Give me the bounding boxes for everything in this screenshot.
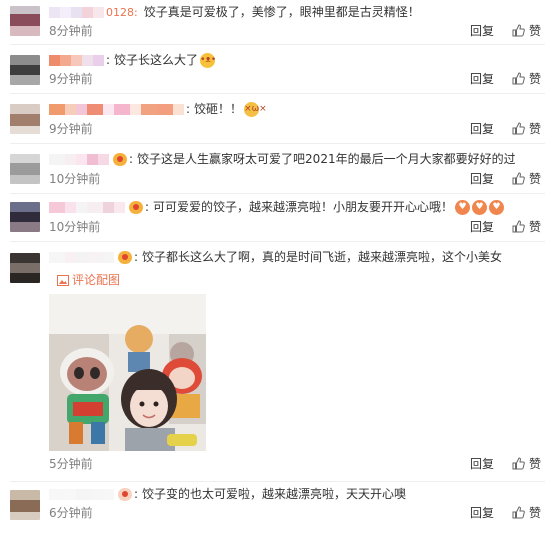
commenter-name[interactable] bbox=[49, 103, 184, 116]
like-button[interactable]: 赞 bbox=[512, 171, 541, 187]
commenter-name[interactable] bbox=[49, 201, 125, 214]
reply-button[interactable]: 回复 bbox=[470, 23, 494, 39]
avatar[interactable] bbox=[10, 490, 40, 520]
emoji-heart-eyes-icon: ♥ bbox=[489, 200, 505, 215]
like-button[interactable]: 赞 bbox=[512, 23, 541, 39]
photo-girl-with-toys bbox=[49, 294, 206, 451]
thumbs-up-icon bbox=[512, 72, 525, 85]
avatar[interactable] bbox=[10, 202, 40, 232]
avatar[interactable] bbox=[10, 6, 40, 36]
like-label: 赞 bbox=[529, 506, 542, 520]
commenter-name[interactable] bbox=[49, 251, 114, 264]
comment-text: 饺子真是可爱极了，美惨了，眼神里都是古灵精怪！ bbox=[143, 5, 420, 19]
like-label: 赞 bbox=[529, 72, 542, 86]
avatar[interactable] bbox=[10, 104, 40, 134]
comment-text: 饺子长这么大了 bbox=[114, 53, 199, 67]
emoji-heart-eyes-icon: ♥ bbox=[455, 200, 471, 215]
commenter-name[interactable] bbox=[49, 54, 104, 67]
reply-button[interactable]: 回复 bbox=[470, 505, 494, 521]
like-button[interactable]: 赞 bbox=[512, 71, 541, 87]
comment-time: 5分钟前 bbox=[49, 457, 93, 471]
thumbs-up-icon bbox=[512, 122, 525, 135]
comment-time: 10分钟前 bbox=[49, 172, 101, 186]
comment-text: 饺砸！！ bbox=[194, 102, 243, 116]
comment-picture-label: 评论配图 bbox=[72, 273, 121, 287]
comment-text: 饺子都长这么大了啊，真的是时间飞逝，越来越漂亮啦，这个小美女 bbox=[142, 250, 503, 264]
comment-item: : 可可爱爱的饺子，越来越漂亮啦！小朋友要开开心心哦！ ♥ ♥ ♥ 10分钟前 回复 赞 bbox=[0, 194, 553, 242]
like-label: 赞 bbox=[529, 24, 542, 38]
comment-text: 饺子变的也太可爱啦，越来越漂亮啦，天天开心噢 bbox=[142, 487, 407, 501]
commenter-name[interactable] bbox=[49, 153, 109, 166]
reply-button[interactable]: 回复 bbox=[470, 219, 494, 235]
comment-time: 9分钟前 bbox=[49, 122, 93, 136]
like-button[interactable]: 赞 bbox=[512, 456, 541, 472]
vip-badge-icon bbox=[129, 201, 143, 214]
comment-time: 10分钟前 bbox=[49, 220, 101, 234]
image-icon bbox=[57, 275, 69, 286]
like-button[interactable]: 赞 bbox=[512, 219, 541, 235]
comment-time: 8分钟前 bbox=[49, 24, 93, 38]
comment-item: : 饺子长这么大了 •ᴥ• 9分钟前 回复 赞 bbox=[0, 45, 553, 94]
comment-text: 饺子这是人生赢家呀太可爱了吧2021年的最后一个月大家都要好好的过 bbox=[137, 152, 516, 166]
thumbs-up-icon bbox=[512, 172, 525, 185]
thumbs-up-icon bbox=[512, 220, 525, 233]
thumbs-up-icon bbox=[512, 24, 525, 37]
thumbs-up-icon bbox=[512, 457, 525, 470]
commenter-name[interactable] bbox=[49, 6, 104, 19]
reply-button[interactable]: 回复 bbox=[470, 71, 494, 87]
like-label: 赞 bbox=[529, 172, 542, 186]
emoji-dizzy-face-icon: ×ω× bbox=[244, 102, 267, 117]
vip-badge-icon bbox=[113, 153, 127, 166]
like-button[interactable]: 赞 bbox=[512, 505, 541, 521]
comment-time: 6分钟前 bbox=[49, 506, 93, 520]
comment-photo[interactable] bbox=[49, 294, 206, 451]
comment-item: : 饺砸！！ ×ω× 9分钟前 回复 赞 bbox=[0, 94, 553, 144]
reply-button[interactable]: 回复 bbox=[470, 171, 494, 187]
vip-badge-icon bbox=[118, 251, 132, 264]
comment-time: 9分钟前 bbox=[49, 72, 93, 86]
vip-badge-icon bbox=[118, 488, 132, 501]
avatar[interactable] bbox=[10, 253, 40, 283]
like-label: 赞 bbox=[529, 457, 542, 471]
like-button[interactable]: 赞 bbox=[512, 121, 541, 137]
comment-picture-link[interactable]: 评论配图 bbox=[57, 272, 120, 288]
avatar[interactable] bbox=[10, 55, 40, 85]
comment-item: : 饺子这是人生赢家呀太可爱了吧2021年的最后一个月大家都要好好的过 10分钟前… bbox=[0, 144, 553, 194]
commenter-name-fragment: 0128: bbox=[106, 6, 138, 19]
comment-item: 0128: 饺子真是可爱极了，美惨了，眼神里都是古灵精怪！ 8分钟前 回复 赞 bbox=[0, 0, 553, 45]
comment-item: : 饺子变的也太可爱啦，越来越漂亮啦，天天开心噢 6分钟前 回复 赞 bbox=[0, 482, 553, 533]
like-label: 赞 bbox=[529, 122, 542, 136]
emoji-dog-icon: •ᴥ• bbox=[200, 53, 216, 68]
reply-button[interactable]: 回复 bbox=[470, 121, 494, 137]
reply-button[interactable]: 回复 bbox=[470, 456, 494, 472]
commenter-name[interactable] bbox=[49, 488, 114, 501]
emoji-heart-eyes-icon: ♥ bbox=[472, 200, 488, 215]
thumbs-up-icon bbox=[512, 506, 525, 519]
like-label: 赞 bbox=[529, 220, 542, 234]
avatar[interactable] bbox=[10, 154, 40, 184]
comment-text: 可可爱爱的饺子，越来越漂亮啦！小朋友要开开心心哦！ bbox=[153, 200, 454, 214]
